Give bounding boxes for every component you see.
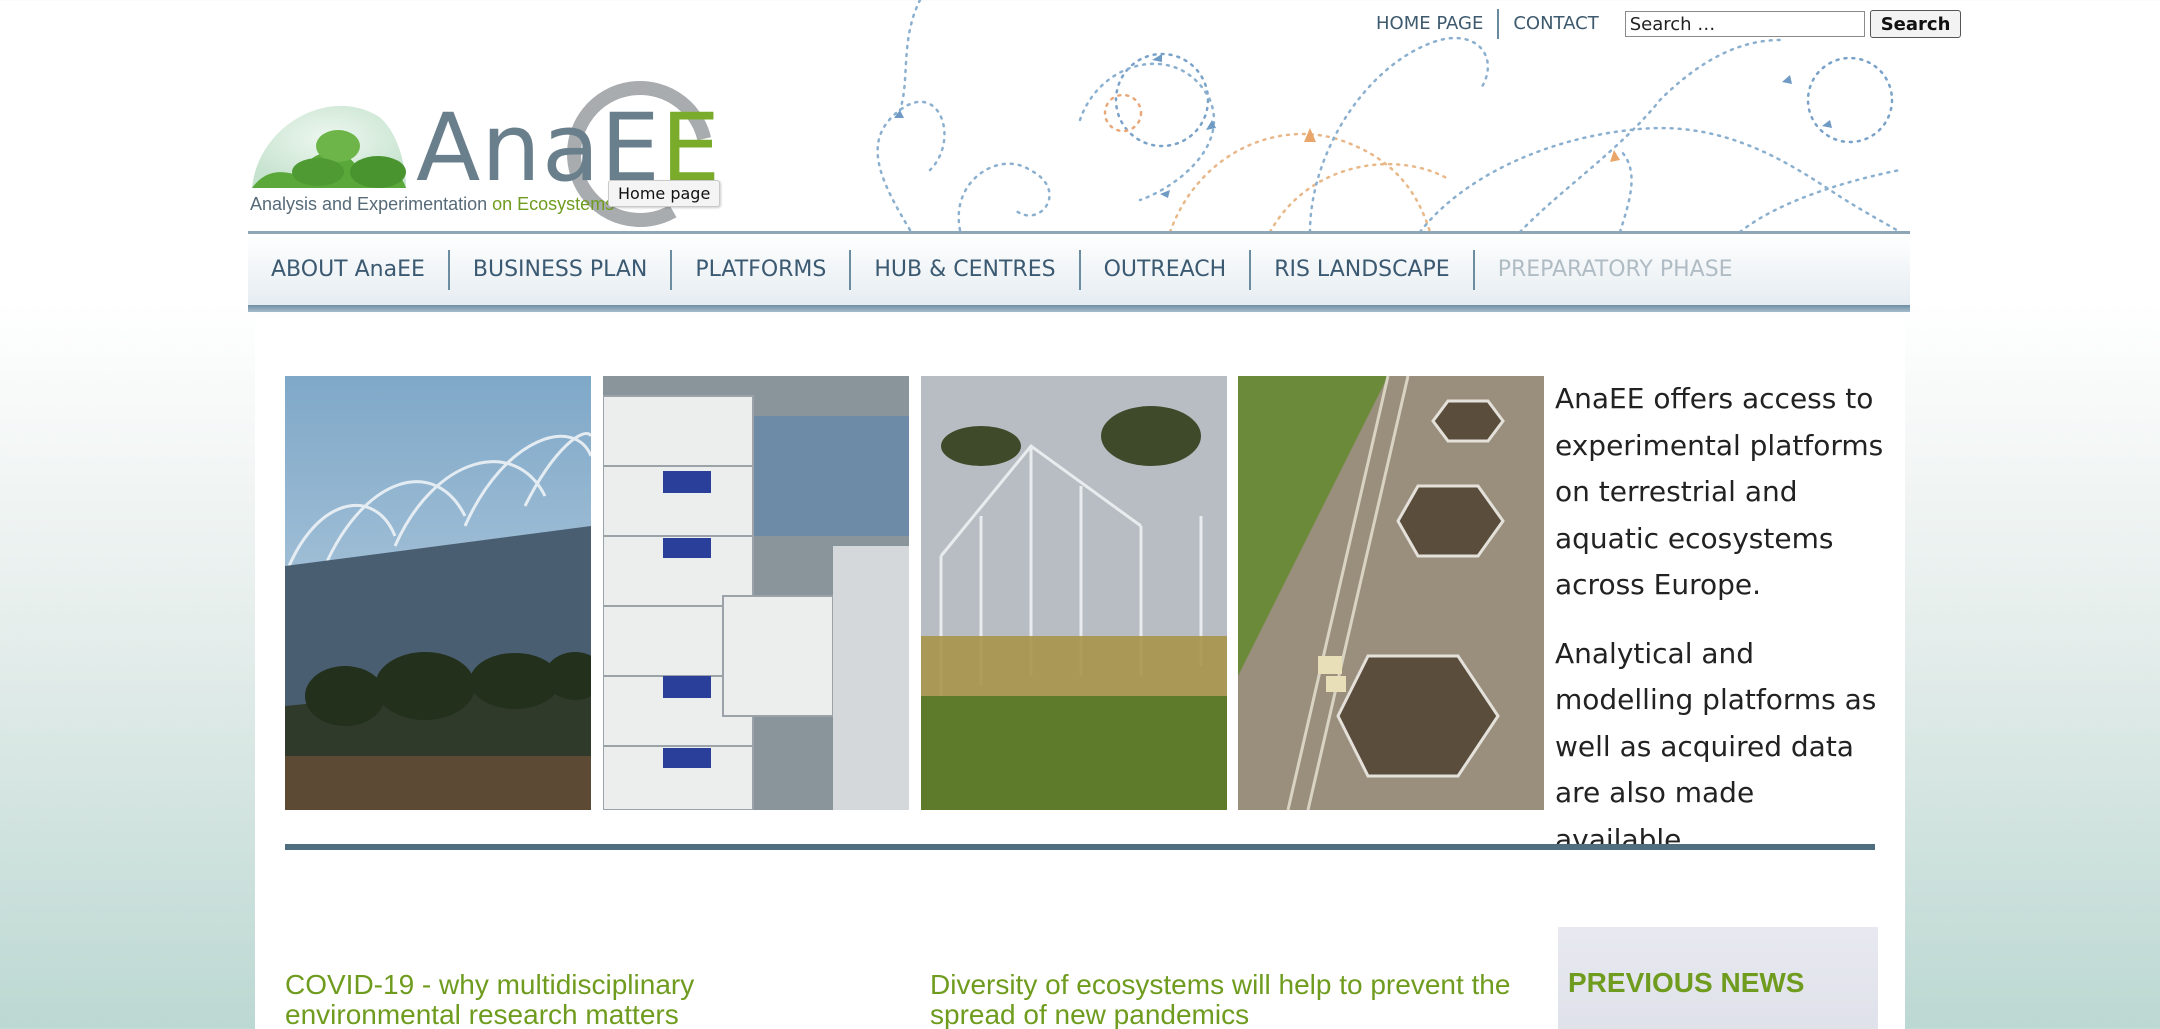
- previous-news-box: PREVIOUS NEWS: [1558, 927, 1878, 1029]
- news-item-title[interactable]: Diversity of ecosystems will help to pre…: [930, 970, 1520, 1029]
- search-input[interactable]: [1624, 11, 1865, 37]
- main-content: AnaEE offers access to experimental plat…: [255, 318, 1905, 1029]
- main-navigation: ABOUT AnaEE BUSINESS PLAN PLATFORMS HUB …: [248, 234, 1910, 306]
- greenhouse-domes-photo: [285, 376, 591, 810]
- aerial-plots-photo: [1238, 376, 1544, 810]
- logo-tagline: Analysis and Experimentation on Ecosyste…: [250, 194, 615, 214]
- home-page-tooltip: Home page: [608, 180, 721, 207]
- nav-hub-centres[interactable]: HUB & CENTRES: [851, 250, 1078, 290]
- search-button[interactable]: Search: [1869, 10, 1962, 38]
- intro-paragraph: AnaEE offers access to experimental plat…: [1555, 382, 1884, 601]
- nav-about[interactable]: ABOUT AnaEE: [248, 250, 448, 290]
- site-logo[interactable]: AnaEE Analysis and Experimentation on Ec…: [248, 76, 728, 236]
- contact-link[interactable]: CONTACT: [1499, 10, 1612, 38]
- content-divider: [285, 844, 1875, 850]
- nav-platforms[interactable]: PLATFORMS: [672, 250, 849, 290]
- field-greenhouse-photo: [921, 376, 1227, 810]
- nav-preparatory-phase[interactable]: PREPARATORY PHASE: [1475, 250, 1756, 290]
- lab-instruments-photo: [603, 376, 909, 810]
- nav-ris-landscape[interactable]: RIS LANDSCAPE: [1251, 250, 1472, 290]
- top-utility-bar: HOME PAGE CONTACT Search: [1362, 9, 1962, 39]
- nav-bottom-bar: [248, 305, 1910, 312]
- intro-paragraph: Analytical and modelling platforms as we…: [1555, 636, 1877, 856]
- news-item-title[interactable]: COVID-19 - why multidisciplinary environ…: [285, 970, 875, 1029]
- home-page-link[interactable]: HOME PAGE: [1362, 10, 1497, 38]
- nav-business-plan[interactable]: BUSINESS PLAN: [450, 250, 670, 290]
- intro-text: AnaEE offers access to experimental plat…: [1555, 376, 1895, 885]
- previous-news-title: PREVIOUS NEWS: [1568, 967, 1805, 998]
- nav-outreach[interactable]: OUTREACH: [1081, 250, 1250, 290]
